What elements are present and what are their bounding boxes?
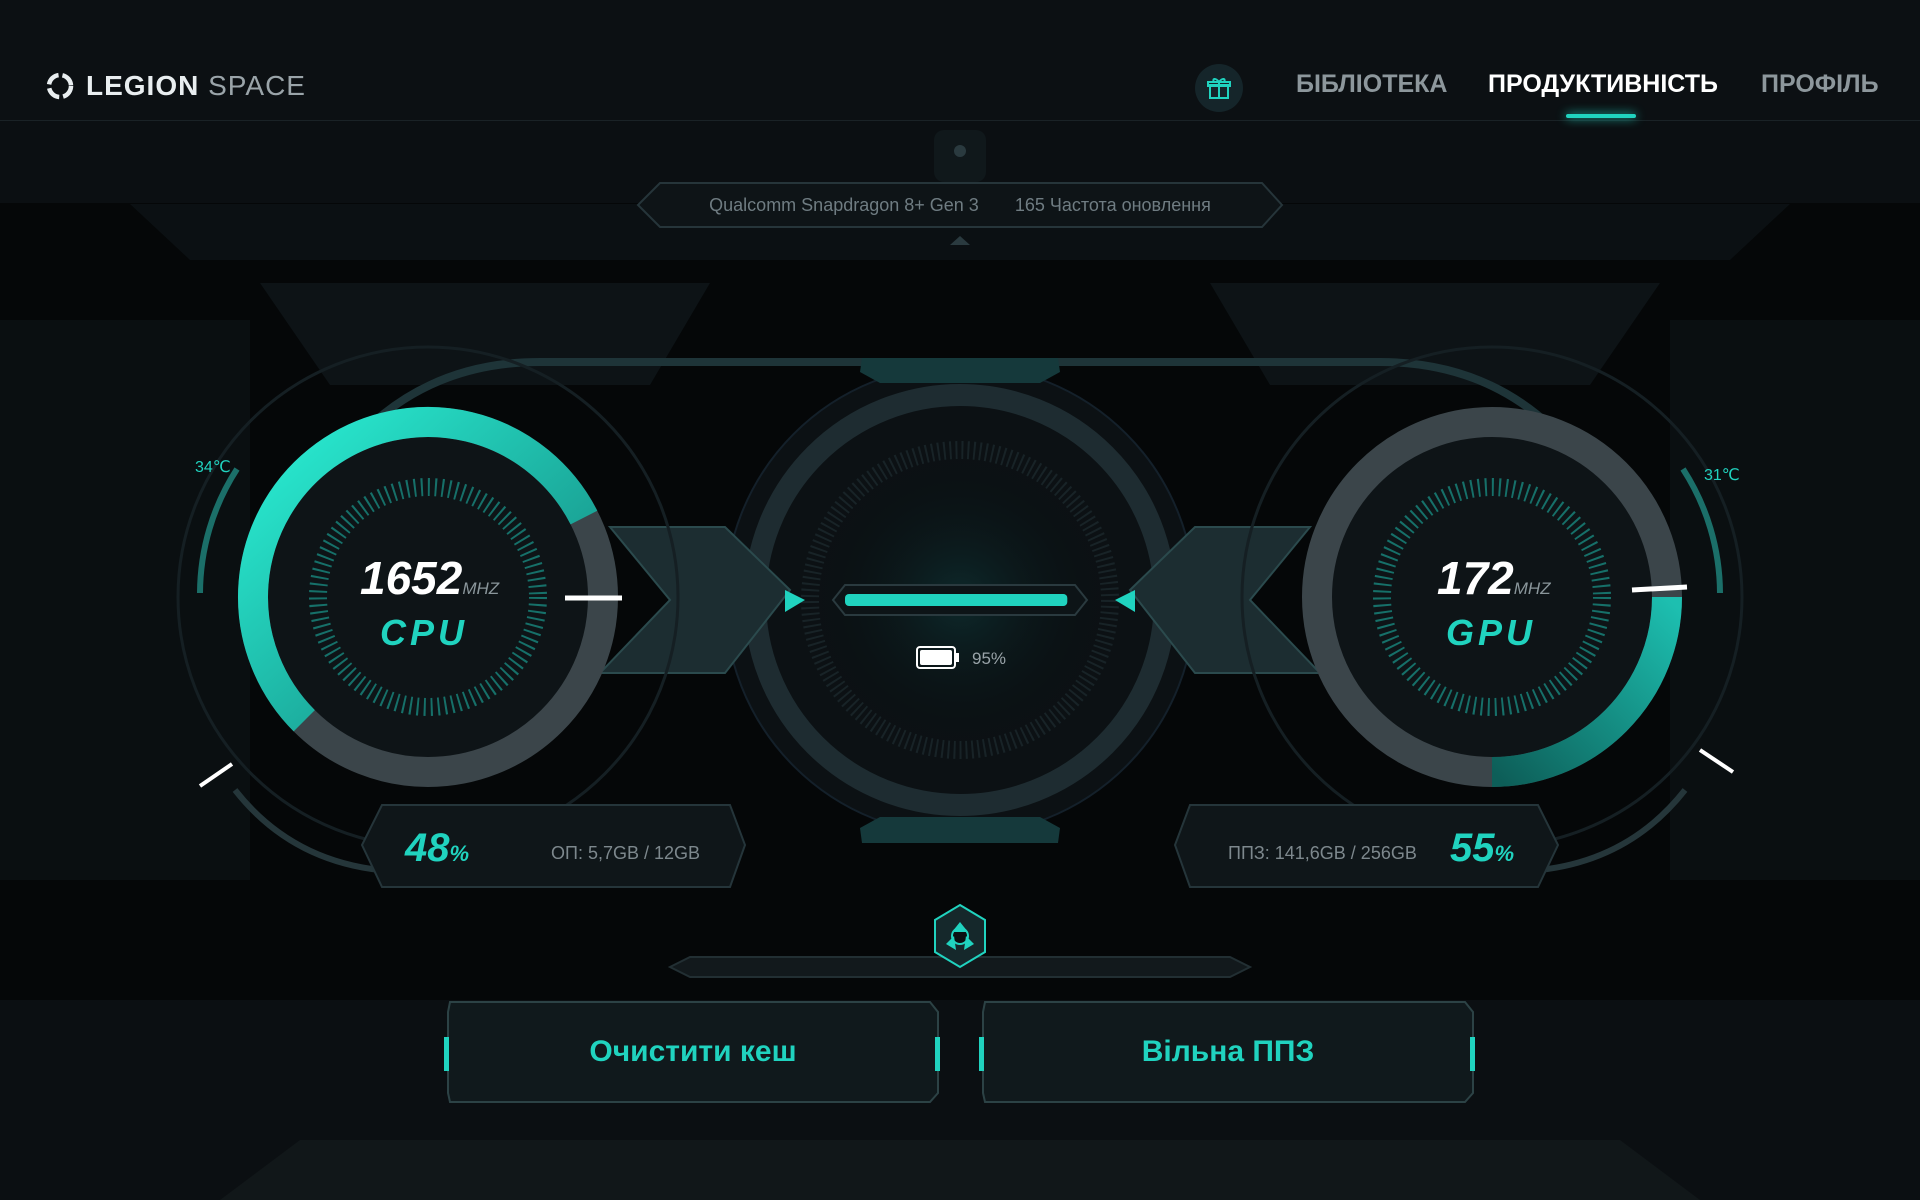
logo-title-strong: LEGION bbox=[86, 70, 200, 101]
chip-name: Qualcomm Snapdragon 8+ Gen 3 bbox=[709, 194, 979, 215]
legion-logo-icon bbox=[46, 72, 74, 100]
storage-usage-percent: 55% bbox=[1450, 826, 1515, 870]
gift-icon bbox=[1207, 78, 1231, 99]
gift-button[interactable] bbox=[1195, 64, 1243, 112]
gpu-label: GPU bbox=[1446, 612, 1537, 653]
top-bar: LEGION SPACE БІБЛІОТЕКА ПРОДУКТИВНІСТЬ П… bbox=[0, 0, 1920, 121]
storage-usage-text: ППЗ: 141,6GB / 256GB bbox=[1228, 843, 1417, 863]
gpu-needle bbox=[1631, 584, 1688, 593]
cpu-frequency: 1652MHZ bbox=[360, 551, 499, 605]
tab-library[interactable]: БІБЛІОТЕКА bbox=[1296, 70, 1447, 99]
ram-usage-text: ОП: 5,7GB / 12GB bbox=[551, 843, 701, 863]
cpu-temperature: 34℃ bbox=[195, 459, 231, 476]
ram-usage-percent: 48% bbox=[405, 826, 470, 870]
battery-percent: 95% bbox=[972, 649, 1007, 668]
performance-dashboard bbox=[0, 130, 1920, 1200]
logo-title-light: SPACE bbox=[208, 70, 306, 101]
app-logo: LEGION SPACE bbox=[44, 68, 306, 104]
cpu-frequency-unit: MHZ bbox=[462, 579, 500, 598]
free-storage-button[interactable]: Вільна ППЗ bbox=[983, 1002, 1473, 1102]
gpu-frequency-unit: MHZ bbox=[1513, 579, 1551, 598]
tab-performance[interactable]: ПРОДУКТИВНІСТЬ bbox=[1488, 70, 1718, 99]
refresh-rate: 165 Частота оновлення bbox=[1014, 194, 1211, 215]
gpu-temperature: 31℃ bbox=[1704, 467, 1740, 484]
gpu-frequency-value: 172 bbox=[1437, 552, 1514, 604]
battery-level-bar bbox=[845, 594, 1068, 606]
clear-cache-button[interactable]: Очистити кеш bbox=[448, 1002, 938, 1102]
device-info-bar: Qualcomm Snapdragon 8+ Gen 3 165 Частота… bbox=[638, 183, 1282, 227]
cpu-label: CPU bbox=[380, 612, 469, 653]
active-tab-indicator bbox=[1566, 114, 1636, 118]
gpu-frequency: 172MHZ bbox=[1437, 551, 1551, 605]
tab-profile[interactable]: ПРОФІЛЬ bbox=[1761, 70, 1879, 99]
cpu-frequency-value: 1652 bbox=[360, 552, 463, 604]
